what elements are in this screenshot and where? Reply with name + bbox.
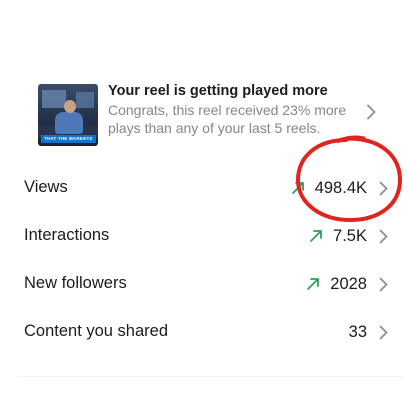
reel-highlight-card[interactable]: THAT THE MARKETS Your reel is getting pl…	[24, 72, 394, 152]
stat-row-views[interactable]: Views 498.4K	[24, 168, 392, 208]
chevron-right-icon[interactable]	[379, 181, 388, 196]
reel-thumbnail: THAT THE MARKETS	[38, 84, 98, 146]
chevron-right-icon[interactable]	[379, 277, 388, 292]
reel-insights-screen: THAT THE MARKETS Your reel is getting pl…	[0, 0, 420, 420]
stat-label: Content you shared	[24, 322, 169, 340]
chevron-right-icon[interactable]	[379, 229, 388, 244]
stat-value: 33	[348, 322, 367, 341]
stat-label: Interactions	[24, 226, 110, 244]
trend-up-arrow-icon	[291, 181, 305, 195]
chevron-right-icon[interactable]	[379, 325, 388, 340]
thumbnail-banner-text: THAT THE MARKETS	[41, 135, 96, 143]
stat-value: 7.5K	[333, 226, 367, 245]
stat-value: 2028	[330, 274, 367, 293]
stat-row-interactions[interactable]: Interactions 7.5K	[24, 216, 392, 256]
trend-up-arrow-icon	[306, 277, 320, 291]
trend-up-arrow-icon	[309, 229, 323, 243]
reel-description: Congrats, this reel received 23% more pl…	[108, 102, 347, 136]
stat-value: 498.4K	[314, 178, 367, 197]
stat-label: Views	[24, 178, 68, 196]
chevron-right-icon[interactable]	[366, 104, 376, 120]
reel-title: Your reel is getting played more	[108, 83, 328, 99]
divider	[18, 376, 402, 377]
stat-row-new-followers[interactable]: New followers 2028	[24, 264, 392, 304]
stat-label: New followers	[24, 274, 127, 292]
stat-row-content-shared[interactable]: Content you shared 33	[24, 312, 392, 352]
